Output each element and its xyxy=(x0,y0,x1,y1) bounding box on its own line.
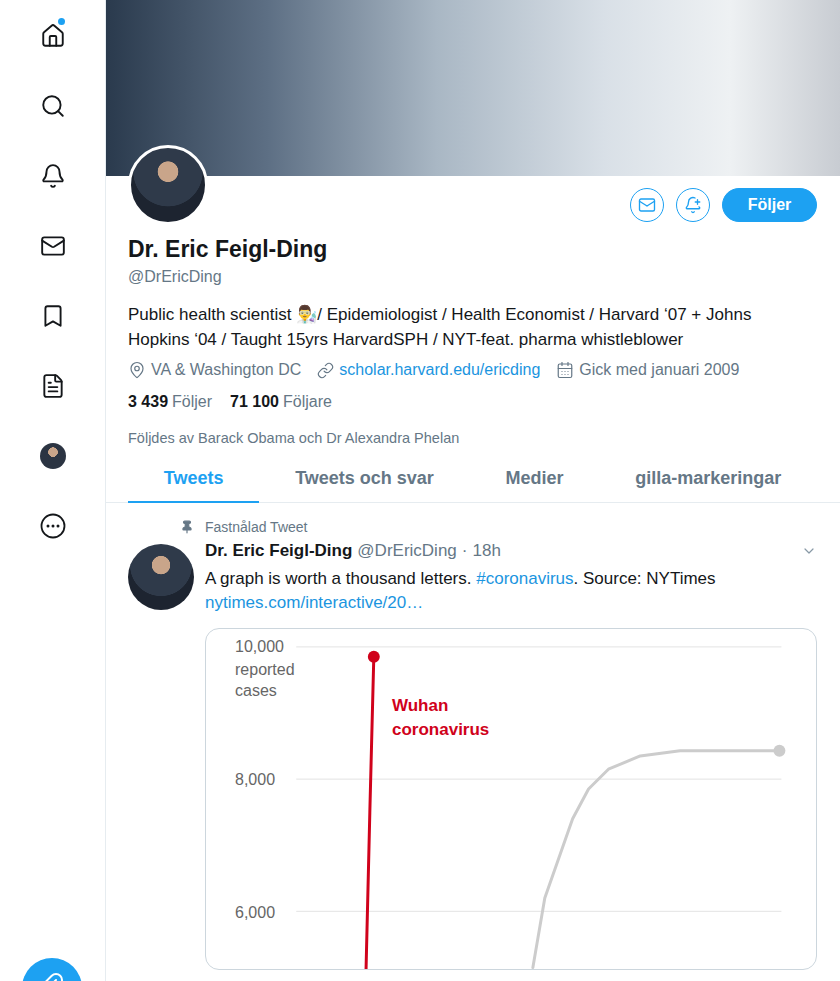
notifications-nav-item[interactable] xyxy=(23,141,83,211)
tweet-handle: @DrEricDing xyxy=(357,540,456,562)
stat-link[interactable]: 3 439Följer xyxy=(128,391,212,413)
more-icon xyxy=(40,513,66,539)
pinned-label: Fastnålad Tweet xyxy=(128,517,817,537)
bookmarks-icon xyxy=(40,303,66,329)
website-link[interactable]: scholar.harvard.edu/ericding xyxy=(317,359,540,381)
profile-meta: VA & Washington DC scholar.harvard.edu/er… xyxy=(128,359,817,381)
profile-actions: Följer xyxy=(630,188,817,222)
profile-nav-item[interactable] xyxy=(23,421,83,491)
series-end-dot xyxy=(773,745,785,757)
lists-nav-item[interactable] xyxy=(23,351,83,421)
chevron-down-icon xyxy=(801,543,817,559)
join-date: Gick med januari 2009 xyxy=(556,359,739,381)
unread-dot xyxy=(58,18,65,25)
series-label: Wuhan coronavirus xyxy=(392,694,512,742)
sidebar xyxy=(0,0,106,981)
tweet-separator: · xyxy=(462,540,468,562)
chart-series xyxy=(366,651,380,969)
pinned-tweet: Fastnålad Tweet Dr. Eric Feigl-Ding@DrEri… xyxy=(106,503,840,970)
mail-icon xyxy=(638,196,656,214)
grid-line xyxy=(296,646,781,647)
compose-tweet-button[interactable] xyxy=(22,958,82,981)
profile-tab[interactable]: gilla-markeringar xyxy=(599,456,817,503)
main-column: FöljerDr. Eric Feigl-Ding@DrEricDingPubl… xyxy=(106,0,840,981)
profile-header: Följer Dr. Eric Feigl-Ding @DrEricDing Publ… xyxy=(106,176,840,448)
location: VA & Washington DC xyxy=(128,359,301,381)
tweet-url[interactable]: nytimes.com/interactive/20… xyxy=(205,591,817,615)
series-line xyxy=(366,657,374,969)
tweet-text-part: A graph is worth a thousand letters. xyxy=(205,569,476,588)
tweet-author[interactable]: Dr. Eric Feigl-Ding xyxy=(205,540,352,562)
profile-top-row: Följer xyxy=(128,176,817,225)
profile-name: Dr. Eric Feigl-Ding xyxy=(128,235,817,263)
chart-series xyxy=(533,745,786,968)
twitter-profile-page: FöljerDr. Eric Feigl-Ding@DrEricDingPubl… xyxy=(0,0,840,981)
feather-icon xyxy=(40,972,64,981)
tweet-text-part: . Source: NYTimes xyxy=(574,569,716,588)
profile-tab[interactable]: Tweets och svar xyxy=(259,456,469,503)
profile-avatar-icon xyxy=(40,443,66,469)
notifications-icon xyxy=(40,163,66,189)
bell-plus-icon xyxy=(684,196,702,214)
messages-icon xyxy=(40,233,66,259)
search-nav-item[interactable] xyxy=(23,71,83,141)
followed-by: Följdes av Barack Obama och Dr Alexandra… xyxy=(128,428,817,448)
chart-card[interactable]: 10,000 8,000 6,000 reported cases Wuhan coro… xyxy=(205,628,817,970)
grid-line xyxy=(296,911,781,912)
profile-avatar xyxy=(128,145,208,225)
follow-button[interactable]: Följer xyxy=(722,188,817,222)
tweet-menu-button[interactable] xyxy=(801,543,817,559)
lists-icon xyxy=(40,373,66,399)
tweet-time: 18h xyxy=(472,540,500,562)
notify-button[interactable] xyxy=(676,188,710,222)
calendar-icon xyxy=(556,361,574,379)
profile-handle: @DrEricDing xyxy=(128,266,817,288)
profile-stats: 3 439Följer 71 100Följare xyxy=(128,391,817,413)
location-pin-icon xyxy=(128,361,146,379)
more-nav-item[interactable] xyxy=(23,491,83,561)
profile-tab[interactable]: Tweets xyxy=(128,456,259,503)
y-tick-label: 8,000 xyxy=(235,770,275,790)
y-tick-label: 6,000 xyxy=(235,903,275,923)
search-icon xyxy=(40,93,66,119)
tweet-text: A graph is worth a thousand letters. #co… xyxy=(205,567,817,591)
series-line xyxy=(533,751,780,968)
grid-line xyxy=(296,779,781,780)
tweet-header: Dr. Eric Feigl-Ding@DrEricDing ·18h xyxy=(205,540,817,562)
line-chart xyxy=(206,629,816,969)
y-tick-label: 10,000 xyxy=(235,637,284,657)
profile-bio: Public health scientist 👨‍🔬/ Epidemiolog… xyxy=(128,302,817,352)
hashtag-link[interactable]: #coronavirus xyxy=(476,569,573,588)
messages-nav-item[interactable] xyxy=(23,211,83,281)
pin-icon xyxy=(180,520,194,534)
message-button[interactable] xyxy=(630,188,664,222)
profile-tab[interactable]: Medier xyxy=(470,456,600,503)
tweet-avatar[interactable] xyxy=(128,544,194,610)
y-axis-title: reported cases xyxy=(235,659,315,701)
home-icon xyxy=(40,23,66,49)
profile-tabs: TweetsTweets och svarMediergilla-markeri… xyxy=(106,456,840,503)
link-icon xyxy=(317,362,334,379)
series-end-dot xyxy=(368,651,380,663)
bookmarks-nav-item[interactable] xyxy=(23,281,83,351)
home-nav-item[interactable] xyxy=(23,1,83,71)
stat-link[interactable]: 71 100Följare xyxy=(230,391,332,413)
profile-banner xyxy=(106,0,840,176)
